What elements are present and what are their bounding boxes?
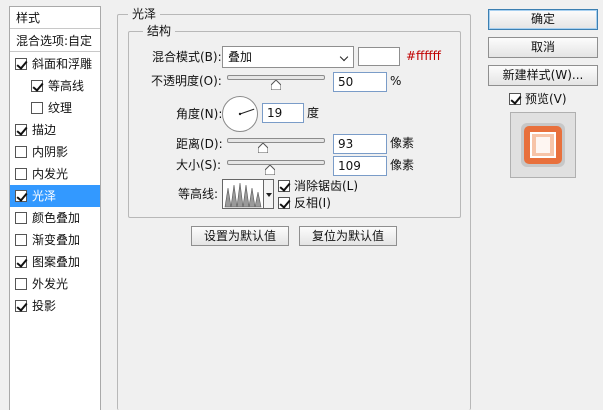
- angle-input[interactable]: 19: [262, 103, 304, 123]
- preview-label: 预览(V): [525, 92, 567, 106]
- style-item[interactable]: 外发光: [10, 273, 100, 295]
- distance-slider-thumb[interactable]: [258, 143, 269, 153]
- opacity-label: 不透明度(O):: [151, 74, 222, 88]
- style-item[interactable]: 纹理: [10, 97, 100, 119]
- size-input[interactable]: 109: [333, 156, 387, 176]
- style-item-checkbox[interactable]: [31, 80, 43, 92]
- style-item-checkbox[interactable]: [15, 278, 27, 290]
- cancel-button[interactable]: 取消: [488, 37, 598, 58]
- distance-unit: 像素: [390, 136, 415, 150]
- angle-dial[interactable]: [222, 96, 258, 132]
- style-item-checkbox[interactable]: [15, 168, 27, 180]
- satin-panel-title: 光泽: [128, 7, 161, 21]
- style-item-label: 斜面和浮雕: [32, 57, 93, 71]
- angle-label: 角度(N):: [176, 107, 223, 121]
- style-item-label: 投影: [32, 299, 57, 313]
- blend-mode-value: 叠加: [228, 50, 253, 64]
- opacity-slider-thumb[interactable]: [271, 80, 281, 90]
- size-label: 大小(S):: [176, 158, 222, 172]
- style-item[interactable]: 内发光: [10, 163, 100, 185]
- style-item-checkbox[interactable]: [15, 190, 27, 202]
- style-item[interactable]: 等高线: [10, 75, 100, 97]
- angle-unit: 度: [307, 106, 320, 120]
- angle-dial-needle: [238, 108, 255, 116]
- style-item[interactable]: 颜色叠加: [10, 207, 100, 229]
- blending-options-label: 混合选项:自定: [16, 34, 93, 48]
- color-hex-label: #ffffff: [406, 49, 441, 63]
- distance-label: 距离(D):: [176, 137, 223, 151]
- style-item-checkbox[interactable]: [15, 234, 27, 246]
- style-item-label: 颜色叠加: [32, 211, 81, 225]
- style-list-header[interactable]: 样式: [10, 7, 100, 29]
- contour-label: 等高线:: [178, 187, 219, 201]
- style-item-label: 内阴影: [32, 145, 69, 159]
- style-list-header-label: 样式: [16, 11, 41, 25]
- style-item-checkbox[interactable]: [15, 256, 27, 268]
- ok-button[interactable]: 确定: [488, 9, 598, 30]
- style-item[interactable]: 斜面和浮雕: [10, 53, 100, 75]
- blending-options-item[interactable]: 混合选项:自定: [10, 30, 100, 52]
- distance-slider-track[interactable]: [227, 138, 325, 143]
- blend-mode-select[interactable]: 叠加: [222, 46, 354, 68]
- style-item-checkbox[interactable]: [15, 58, 27, 70]
- style-item[interactable]: 描边: [10, 119, 100, 141]
- style-preview-thumbnail: [510, 112, 576, 178]
- style-item-label: 纹理: [48, 101, 73, 115]
- preview-swatch-image: [521, 123, 565, 167]
- blend-mode-label: 混合模式(B):: [152, 50, 222, 64]
- size-slider-track[interactable]: [227, 160, 325, 165]
- preview-checkbox[interactable]: [509, 93, 521, 105]
- style-item-label: 描边: [32, 123, 57, 137]
- size-value: 109: [338, 159, 361, 173]
- satin-color-swatch[interactable]: [358, 47, 400, 66]
- style-item[interactable]: 内阴影: [10, 141, 100, 163]
- size-unit: 像素: [390, 158, 415, 172]
- style-item-label: 外发光: [32, 277, 69, 291]
- style-item-checkbox[interactable]: [31, 102, 43, 114]
- anti-alias-checkbox[interactable]: [278, 180, 290, 192]
- style-item-checkbox[interactable]: [15, 124, 27, 136]
- style-item-checkbox[interactable]: [15, 146, 27, 158]
- style-item[interactable]: 光泽: [10, 185, 100, 207]
- angle-value: 19: [267, 106, 283, 120]
- style-item[interactable]: 渐变叠加: [10, 229, 100, 251]
- contour-dropdown-button[interactable]: [264, 179, 274, 209]
- anti-alias-label: 消除锯齿(L): [294, 179, 359, 193]
- distance-input[interactable]: 93: [333, 134, 387, 154]
- style-item-label: 渐变叠加: [32, 233, 81, 247]
- chevron-down-icon: [339, 52, 349, 62]
- style-item-label: 内发光: [32, 167, 69, 181]
- distance-value: 93: [338, 137, 354, 151]
- new-style-button[interactable]: 新建样式(W)...: [488, 65, 598, 86]
- style-item-label: 图案叠加: [32, 255, 81, 269]
- style-list: 样式 混合选项:自定 斜面和浮雕等高线纹理描边内阴影内发光光泽颜色叠加渐变叠加图…: [9, 6, 101, 410]
- style-item-label: 等高线: [48, 79, 85, 93]
- make-default-button[interactable]: 设置为默认值: [191, 226, 289, 246]
- invert-checkbox[interactable]: [278, 197, 290, 209]
- style-item-checkbox[interactable]: [15, 300, 27, 312]
- contour-curve-icon: [224, 182, 262, 208]
- style-item[interactable]: 投影: [10, 295, 100, 317]
- opacity-unit: %: [390, 74, 402, 88]
- style-item-label: 光泽: [32, 189, 57, 203]
- style-item[interactable]: 图案叠加: [10, 251, 100, 273]
- opacity-value: 50: [338, 75, 354, 89]
- size-slider-thumb[interactable]: [265, 165, 276, 175]
- invert-label: 反相(I): [294, 196, 331, 210]
- contour-picker[interactable]: [222, 179, 264, 209]
- opacity-input[interactable]: 50: [333, 72, 387, 92]
- structure-group-title: 结构: [143, 24, 176, 38]
- reset-default-button[interactable]: 复位为默认值: [299, 226, 397, 246]
- style-item-checkbox[interactable]: [15, 212, 27, 224]
